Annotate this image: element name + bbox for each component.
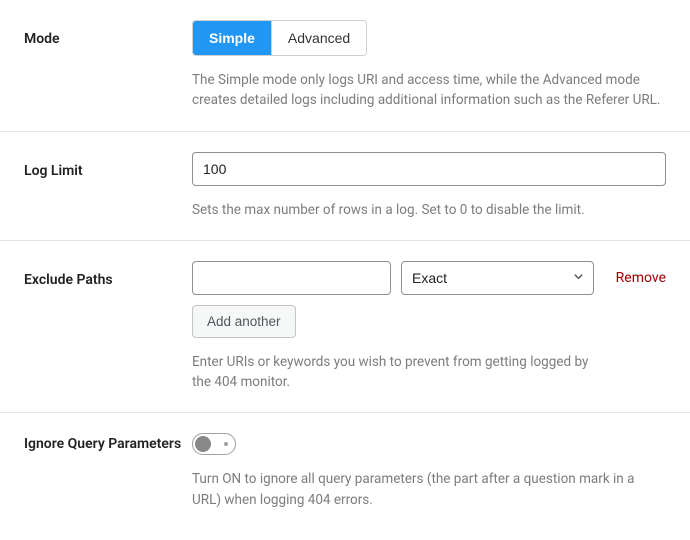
exclude-paths-help: Enter URIs or keywords you wish to preve… — [192, 352, 592, 393]
toggle-indicator-dot — [224, 442, 228, 446]
exclude-path-match-select[interactable]: Exact — [401, 261, 594, 295]
exclude-paths-label: Exclude Paths — [24, 272, 113, 288]
mode-simple-button[interactable]: Simple — [193, 21, 271, 55]
log-limit-help: Sets the max number of rows in a log. Se… — [192, 200, 666, 220]
mode-segmented: Simple Advanced — [192, 20, 367, 56]
path-row: Exact Remove — [192, 261, 666, 295]
log-limit-input[interactable] — [192, 152, 666, 186]
ignore-query-label: Ignore Query Parameters — [24, 436, 181, 452]
ignore-query-toggle[interactable] — [192, 433, 236, 455]
mode-label: Mode — [24, 31, 60, 47]
mode-help: The Simple mode only logs URI and access… — [192, 70, 666, 111]
ignore-query-help: Turn ON to ignore all query parameters (… — [192, 469, 666, 510]
log-limit-label: Log Limit — [24, 163, 83, 179]
add-another-button[interactable]: Add another — [192, 305, 296, 338]
toggle-knob — [195, 436, 211, 452]
mode-advanced-button[interactable]: Advanced — [271, 21, 366, 55]
remove-path-link[interactable]: Remove — [616, 270, 666, 286]
exclude-path-input[interactable] — [192, 261, 391, 295]
